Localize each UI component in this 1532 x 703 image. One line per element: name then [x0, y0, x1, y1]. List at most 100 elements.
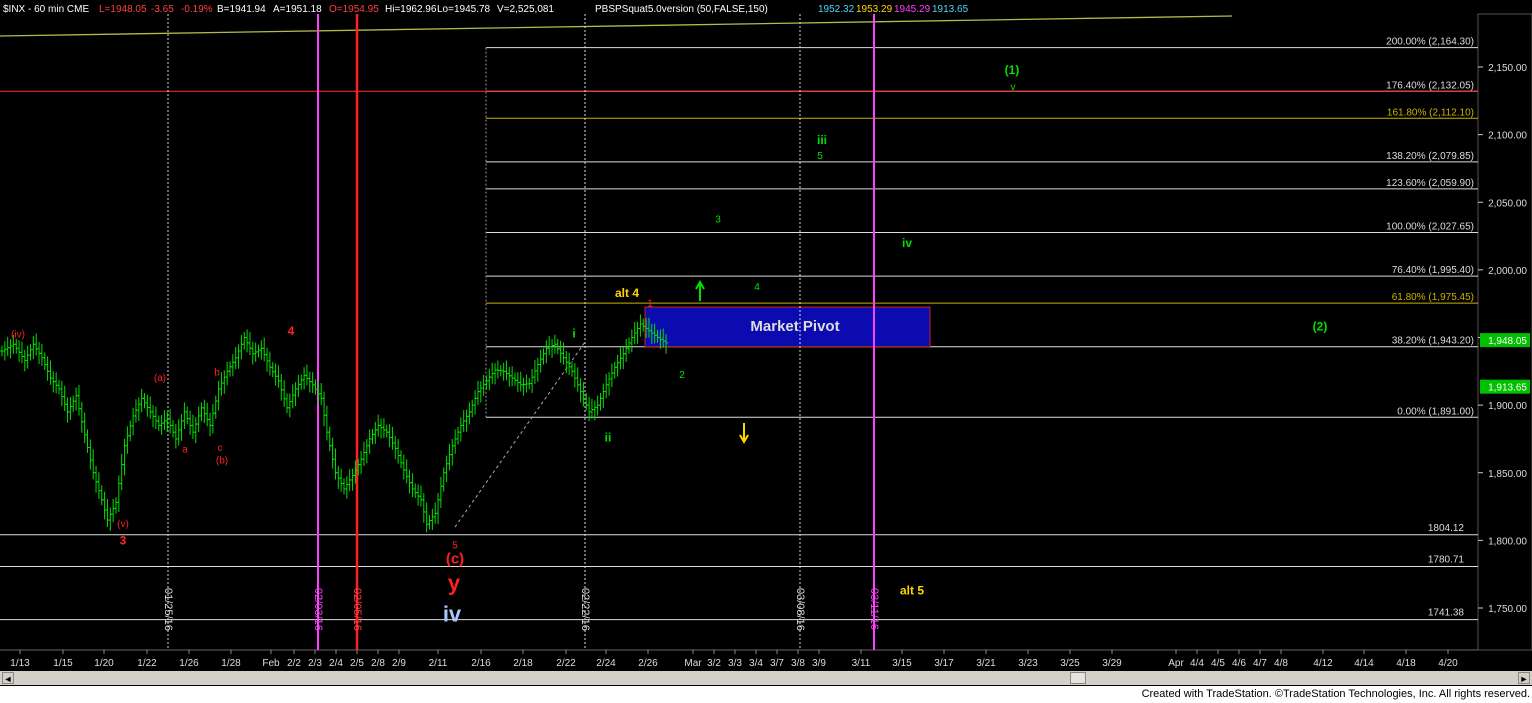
market-pivot-label: Market Pivot	[750, 318, 839, 335]
footer-bar: Created with TradeStation. ©TradeStation…	[0, 686, 1532, 703]
wave-label: (2)	[1313, 320, 1328, 334]
date-line-label: 02/05/16	[351, 588, 363, 631]
wave-label: v	[1011, 82, 1016, 93]
x-tick-label: 3/23	[1018, 658, 1038, 669]
x-tick-label: 1/20	[94, 658, 114, 669]
x-tick-label: 1/13	[10, 658, 30, 669]
header-stat: -3.65	[151, 4, 174, 15]
wave-label: iv	[443, 602, 462, 627]
wave-label: 3	[715, 215, 721, 226]
wave-label: 5	[817, 151, 823, 162]
date-line-label: 03/08/16	[794, 588, 806, 631]
wave-label: y	[448, 570, 461, 595]
header-indicator-value: 1953.29	[856, 4, 893, 15]
fib-label: 61.80% (1,975.45)	[1392, 292, 1474, 303]
scroll-thumb[interactable]	[1070, 672, 1086, 684]
x-tick-label: Mar	[684, 658, 702, 669]
y-tick-label: 2,100.00	[1488, 131, 1527, 142]
fib-label: 176.40% (2,132.05)	[1386, 80, 1474, 91]
fib-label: 200.00% (2,164.30)	[1386, 37, 1474, 48]
x-tick-label: 2/3	[308, 658, 322, 669]
wave-label: (c)	[446, 550, 464, 567]
x-tick-label: 3/11	[852, 658, 871, 669]
wave-label: 4	[288, 324, 295, 338]
x-tick-label: 4/5	[1211, 658, 1225, 669]
price-marker-label: 1,913.65	[1488, 383, 1527, 394]
x-tick-label: 2/26	[638, 658, 658, 669]
horizontal-scrollbar[interactable]: ◄ ►	[0, 671, 1532, 685]
wave-label: ii	[605, 431, 612, 445]
wave-label: i	[572, 327, 575, 341]
x-tick-label: 2/24	[596, 658, 616, 669]
fib-label: 123.60% (2,059.90)	[1386, 178, 1474, 189]
wave-label: alt 5	[900, 583, 924, 597]
x-tick-label: Feb	[262, 658, 280, 669]
support-label: 1741.38	[1428, 608, 1465, 619]
date-line-label: 02/22/16	[579, 588, 591, 631]
x-tick-label: 3/25	[1060, 658, 1080, 669]
x-tick-label: 2/2	[287, 658, 301, 669]
scroll-right-button[interactable]: ►	[1518, 672, 1530, 684]
wave-label: iv	[902, 236, 912, 250]
x-tick-label: 1/15	[53, 658, 73, 669]
x-tick-label: 4/7	[1253, 658, 1267, 669]
x-tick-label: 1/22	[137, 658, 157, 669]
y-tick-label: 2,000.00	[1488, 266, 1527, 277]
support-label: 1780.71	[1428, 554, 1465, 565]
x-tick-label: 2/11	[429, 658, 448, 669]
fib-label: 138.20% (2,079.85)	[1386, 151, 1474, 162]
x-tick-label: 4/18	[1396, 658, 1416, 669]
price-marker-label: 1,948.05	[1488, 336, 1527, 347]
wave-label: (b)	[216, 455, 228, 466]
x-tick-label: 2/9	[392, 658, 406, 669]
y-tick-label: 2,050.00	[1488, 198, 1527, 209]
x-tick-label: 2/18	[513, 658, 533, 669]
x-tick-label: 4/12	[1313, 658, 1333, 669]
y-tick-label: 1,750.00	[1488, 604, 1527, 615]
x-tick-label: 4/14	[1354, 658, 1374, 669]
date-line-label: 01/25/16	[162, 588, 174, 631]
y-tick-label: 1,800.00	[1488, 536, 1527, 547]
scroll-left-button[interactable]: ◄	[2, 672, 14, 684]
header-stat: A=1951.18	[273, 4, 322, 15]
x-tick-label: 3/9	[812, 658, 826, 669]
x-tick-label: 3/4	[749, 658, 763, 669]
y-tick-label: 2,150.00	[1488, 63, 1527, 74]
chart-root: $INX - 60 min CME L=1948.05 -3.65 -0.19% B=1…	[0, 0, 1532, 703]
support-label: 1804.12	[1428, 523, 1465, 534]
x-tick-label: 4/8	[1274, 658, 1288, 669]
wave-label: c	[218, 443, 223, 454]
wave-label: (iv)	[11, 330, 25, 341]
header-indicator: PBSPSquat5.0version (50,FALSE,150)	[595, 4, 768, 15]
date-line-label: 03/11/16	[868, 588, 880, 630]
fib-label: 38.20% (1,943.20)	[1392, 336, 1474, 347]
wave-label: (v)	[117, 519, 129, 530]
x-tick-label: 2/22	[556, 658, 576, 669]
x-tick-label: 4/6	[1232, 658, 1246, 669]
wave-label: alt 4	[615, 286, 639, 300]
fib-label: 161.80% (2,112.10)	[1387, 107, 1474, 118]
copyright-text: Created with TradeStation. ©TradeStation…	[1141, 688, 1530, 700]
x-tick-label: 3/29	[1102, 658, 1122, 669]
header-symbol: $INX - 60 min CME	[3, 4, 89, 15]
header-stat: -0.19%	[181, 4, 213, 15]
x-tick-label: 3/7	[770, 658, 784, 669]
price-axis-panel	[1477, 13, 1532, 651]
fib-label: 0.00% (1,891.00)	[1397, 406, 1474, 417]
header-stat: O=1954.95	[329, 4, 379, 15]
wave-label: 4	[754, 282, 760, 293]
wave-label: (1)	[1005, 63, 1020, 77]
price-chart[interactable]: $INX - 60 min CME L=1948.05 -3.65 -0.19% B=1…	[0, 0, 1532, 671]
x-tick-label: 3/8	[791, 658, 805, 669]
wave-label: b	[214, 367, 220, 378]
y-tick-label: 1,850.00	[1488, 469, 1527, 480]
header-stat: Lo=1945.78	[437, 4, 491, 15]
x-tick-label: Apr	[1168, 658, 1184, 669]
wave-label: (a)	[154, 373, 166, 384]
x-tick-label: 1/26	[179, 658, 199, 669]
x-tick-label: 4/20	[1438, 658, 1458, 669]
header-stat: L=1948.05	[99, 4, 147, 15]
fib-label: 100.00% (2,027.65)	[1386, 221, 1474, 232]
x-tick-label: 3/3	[728, 658, 742, 669]
x-tick-label: 2/5	[350, 658, 364, 669]
